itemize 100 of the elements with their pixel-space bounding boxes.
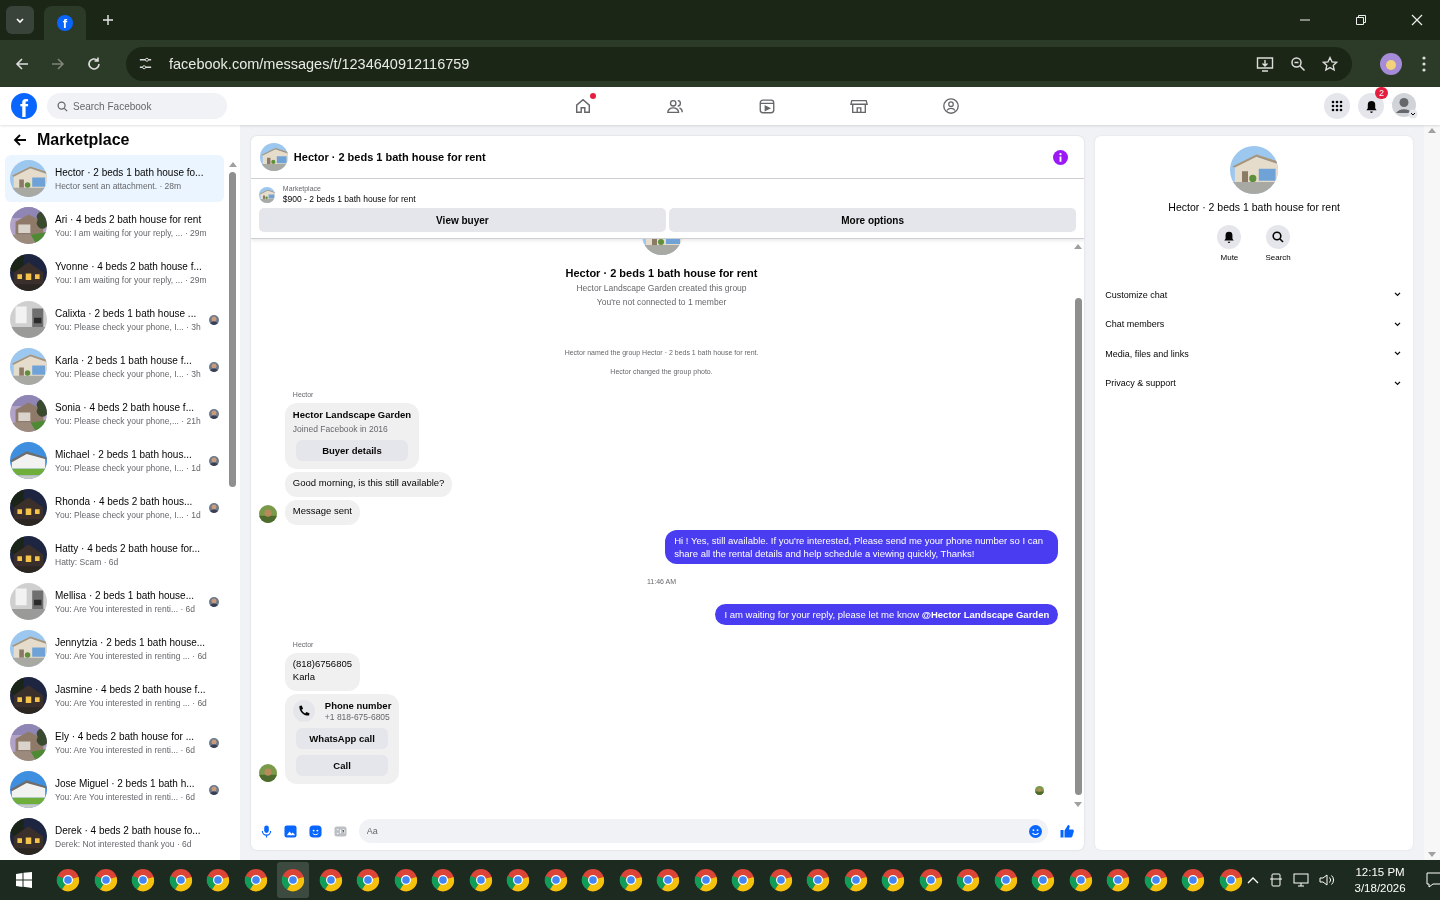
- buyer-details-button[interactable]: Buyer details: [295, 440, 409, 461]
- mute-button[interactable]: [1217, 225, 1242, 249]
- browser-icon[interactable]: [277, 862, 309, 898]
- conversation-item[interactable]: Jennytzia · 2 beds 1 bath house... You: Are You interested in renting ... · 6d: [5, 625, 224, 672]
- details-section[interactable]: Customize chat: [1095, 280, 1413, 310]
- back-icon[interactable]: [14, 55, 30, 72]
- video-icon[interactable]: [758, 97, 776, 115]
- scroll-up-icon[interactable]: [228, 162, 237, 167]
- conversation-title: Ely · 4 beds 2 bath house for ...: [55, 730, 195, 742]
- chevron-up-icon[interactable]: [1246, 876, 1259, 884]
- conversation-item[interactable]: Karla · 2 beds 1 bath house f... You: Please check your phone, I... · 3h: [5, 343, 224, 390]
- search-field[interactable]: Search Facebook: [47, 93, 227, 119]
- restore-icon[interactable]: [1355, 14, 1367, 26]
- listing-button[interactable]: View buyer: [258, 208, 667, 232]
- conversation-item[interactable]: Ari · 4 beds 2 bath house for rent You: I am waiting for your reply, ... · 29m: [5, 202, 224, 249]
- emoji-icon[interactable]: [1029, 824, 1043, 838]
- outgoing-message: Hi ! Yes, still available. If you're interested, Please send me your phone number so I can share all the rental details and help schedule a viewing quickly, Thanks!: [665, 530, 1059, 564]
- info-icon[interactable]: [1053, 149, 1069, 165]
- listing-title: $900 - 2 beds 1 bath house for rent: [282, 194, 416, 204]
- microphone-icon[interactable]: [260, 824, 272, 838]
- menu-icon[interactable]: [1422, 55, 1426, 72]
- conversation-preview: You: Are You interested in renting ... · 6d: [55, 650, 208, 661]
- network-icon[interactable]: [1292, 873, 1309, 887]
- conversation-title: Karla · 2 beds 1 bath house f...: [55, 354, 193, 366]
- friends-icon[interactable]: [666, 97, 684, 115]
- conversation-preview: You: I am waiting for your reply, ... · 29m: [55, 227, 208, 238]
- conversation-title: Hector · 2 beds 1 bath house fo...: [55, 166, 205, 178]
- url-text: facebook.com/messages/t/1234640912116759: [169, 55, 470, 72]
- conversation-item[interactable]: Yvonne · 4 beds 2 bath house f... You: I am waiting for your reply, ... · 29m: [5, 249, 224, 296]
- details-section[interactable]: Privacy & support: [1095, 368, 1413, 398]
- home-icon[interactable]: [574, 97, 592, 115]
- back-arrow-icon[interactable]: [13, 133, 27, 147]
- conversation-title: Sonia · 4 beds 2 bath house f...: [55, 401, 195, 413]
- action-label: Search: [1265, 253, 1291, 262]
- tab-list-button[interactable]: [6, 6, 34, 34]
- notifications-icon[interactable]: [1425, 872, 1440, 888]
- conversation-item[interactable]: Hatty · 4 beds 2 bath house for... Hatty: Scam · 6d: [5, 531, 224, 578]
- conversation-preview: You: Are You interested in renti... · 6d: [55, 791, 197, 802]
- search-button[interactable]: [1266, 225, 1291, 249]
- install-icon[interactable]: [1256, 55, 1274, 72]
- scrollbar-thumb[interactable]: [229, 172, 237, 487]
- details-section[interactable]: Chat members: [1095, 309, 1413, 339]
- new-tab-icon[interactable]: [102, 14, 114, 26]
- close-icon[interactable]: [1411, 14, 1423, 26]
- call-button[interactable]: WhatsApp call: [295, 728, 389, 749]
- conversation-title: Yvonne · 4 beds 2 bath house f...: [55, 260, 203, 272]
- forward-icon[interactable]: [50, 55, 66, 72]
- conversation-item[interactable]: Hector · 2 beds 1 bath house fo... Hector sent an attachment. · 28m: [5, 155, 224, 202]
- star-icon[interactable]: [1322, 55, 1338, 72]
- volume-icon[interactable]: [1318, 873, 1335, 887]
- device-icon[interactable]: [1268, 873, 1283, 887]
- group-info: Hector Landscape Garden created this group: [576, 283, 747, 293]
- browser-tab[interactable]: f: [44, 6, 86, 40]
- conversation-item[interactable]: Ely · 4 beds 2 bath house for ... You: Are You interested in renti... · 6d: [5, 719, 224, 766]
- conversation-preview: You: Are You interested in renti... · 6d: [55, 603, 197, 614]
- sidebar-title: Marketplace: [37, 131, 130, 149]
- zoom-icon[interactable]: [1290, 55, 1306, 72]
- windows-icon[interactable]: [16, 872, 32, 888]
- scroll-down-icon[interactable]: [1074, 802, 1083, 807]
- conversation-title: Jose Miguel · 2 beds 1 bath h...: [55, 777, 196, 789]
- chat-title: Hector · 2 beds 1 bath house for rent: [293, 151, 486, 163]
- details-section[interactable]: Media, files and links: [1095, 339, 1413, 369]
- account-icon[interactable]: [1392, 93, 1418, 119]
- sticker-icon[interactable]: [308, 824, 322, 838]
- conversation-title: Jasmine · 4 beds 2 bath house f...: [55, 683, 207, 695]
- conversation-item[interactable]: Rhonda · 4 beds 2 bath hous... You: Please check your phone, I... · 1d: [5, 484, 224, 531]
- message-field[interactable]: Aa: [358, 819, 1049, 843]
- facebook-logo[interactable]: f: [11, 93, 37, 119]
- listing-button[interactable]: More options: [669, 208, 1077, 232]
- conversation-item[interactable]: Mellisa · 2 beds 1 bath house... You: Are You interested in renti... · 6d: [5, 578, 224, 625]
- menu-button[interactable]: [1324, 93, 1350, 119]
- conversation-title: Michael · 2 beds 1 bath hous...: [55, 448, 193, 460]
- groups-icon[interactable]: [942, 97, 960, 115]
- site-settings-icon[interactable]: [138, 56, 153, 71]
- conversation-item[interactable]: Derek · 4 beds 2 bath house fo... Derek: Not interested thank you · 6d: [5, 813, 224, 860]
- reload-icon[interactable]: [86, 55, 102, 72]
- conversation-preview: You: Please check your phone, I... · 1d: [55, 509, 201, 520]
- conversation-item[interactable]: Sonia · 4 beds 2 bath house f... You: Please check your phone,... · 21h: [5, 390, 224, 437]
- conversation-title: Derek · 4 beds 2 bath house fo...: [55, 824, 202, 836]
- conversation-title: Jennytzia · 2 beds 1 bath house...: [55, 636, 207, 648]
- image-icon[interactable]: [283, 824, 297, 838]
- incoming-message: (818)6756805 Karla: [284, 653, 360, 691]
- profile-icon[interactable]: [1380, 52, 1402, 75]
- scrollbar-thumb[interactable]: [1074, 298, 1082, 795]
- conversation-preview: Derek: Not interested thank you · 6d: [55, 838, 193, 849]
- marketplace-icon[interactable]: [850, 97, 868, 115]
- profile-info: Joined Facebook in 2016: [292, 424, 389, 434]
- conversation-item[interactable]: Jose Miguel · 2 beds 1 bath h... You: Are You interested in renti... · 6d: [5, 766, 224, 813]
- call-button[interactable]: Call: [295, 755, 389, 776]
- address-bar[interactable]: facebook.com/messages/t/1234640912116759: [126, 46, 1352, 81]
- conversation-item[interactable]: Calixta · 2 beds 1 bath house ... You: Please check your phone, I... · 3h: [5, 296, 224, 343]
- conversation-preview: Hector sent an attachment. · 28m: [55, 180, 183, 191]
- conversation-item[interactable]: Michael · 2 beds 1 bath hous... You: Please check your phone, I... · 1d: [5, 437, 224, 484]
- like-icon[interactable]: [1060, 824, 1075, 838]
- search-icon: [57, 101, 68, 112]
- incoming-message: Message sent: [284, 500, 360, 525]
- conversation-title: Ari · 4 beds 2 bath house for rent: [55, 213, 203, 225]
- scroll-up-icon[interactable]: [1074, 244, 1083, 249]
- conversation-preview: You: Please check your phone, I... · 3h: [55, 368, 201, 379]
- conversation-item[interactable]: Jasmine · 4 beds 2 bath house f... You: Are You interested in renting ... · 6d: [5, 672, 224, 719]
